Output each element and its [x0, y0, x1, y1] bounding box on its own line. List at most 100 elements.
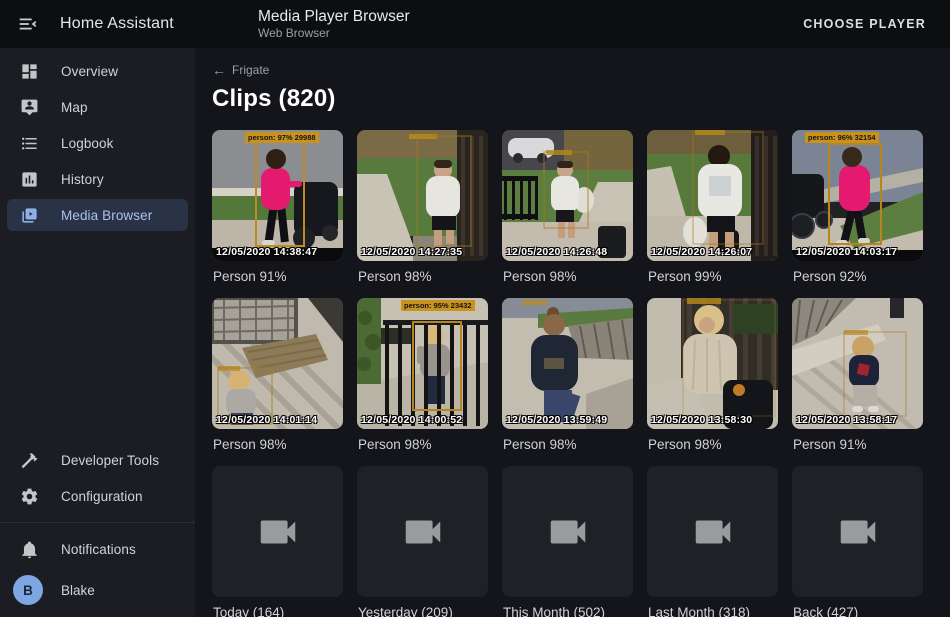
sidebar-item-media-browser[interactable]: Media Browser: [7, 199, 188, 231]
clip-timestamp: 12/05/2020 13:58:17: [796, 414, 897, 426]
dashboard-icon: [18, 60, 40, 82]
sidebar-spacer: [0, 233, 195, 442]
clip-thumbnail: 12/05/2020 14:27:35: [357, 130, 488, 261]
avatar: B: [13, 575, 43, 605]
clip-label: Person 98%: [358, 269, 488, 286]
sidebar: Overview Map Logbook History Media Brows…: [0, 48, 195, 617]
folder-card[interactable]: Last Month (318): [647, 466, 778, 617]
clip-timestamp: 12/05/2020 14:01:14: [216, 414, 317, 426]
clip-card[interactable]: 12/05/2020 14:26:07 Person 99%: [647, 130, 778, 286]
app-title: Home Assistant: [60, 15, 174, 33]
sidebar-item-label: Map: [61, 100, 88, 115]
app-header: Home Assistant Media Player Browser Web …: [0, 0, 950, 48]
folder-thumbnail: [357, 466, 488, 597]
sidebar-item-map[interactable]: Map: [7, 91, 188, 123]
clip-thumbnail: 12/05/2020 14:01:14: [212, 298, 343, 429]
folder-label: Back (427): [793, 605, 923, 617]
clip-scene: [502, 130, 633, 261]
folder-thumbnail: [212, 466, 343, 597]
clip-card[interactable]: person: 97% 29988 12/05/2020 14:38:47 Pe…: [212, 130, 343, 286]
clips-grid: person: 97% 29988 12/05/2020 14:38:47 Pe…: [212, 130, 936, 617]
clip-card[interactable]: person: 96% 32154 12/05/2020 14:03:17 Pe…: [792, 130, 923, 286]
video-icon: [545, 509, 591, 555]
breadcrumb-label: Frigate: [232, 63, 269, 77]
clip-label: Person 98%: [503, 437, 633, 454]
video-icon: [255, 509, 301, 555]
clip-card[interactable]: 12/05/2020 13:58:30 Person 98%: [647, 298, 778, 454]
profile-name: Blake: [61, 583, 95, 598]
detection-label: person: 97% 29988: [245, 132, 319, 143]
choose-player-button[interactable]: CHOOSE PLAYER: [795, 9, 934, 39]
clip-thumbnail: 12/05/2020 14:26:48: [502, 130, 633, 261]
page-subtitle: Web Browser: [258, 26, 410, 41]
gear-icon: [18, 485, 40, 507]
sidebar-toggle-button[interactable]: [8, 4, 48, 44]
clip-thumbnail: person: 95% 23432 12/05/2020 14:00:52: [357, 298, 488, 429]
clip-label: Person 98%: [648, 437, 778, 454]
clip-scene: [792, 130, 923, 261]
clip-card[interactable]: 12/05/2020 13:58:17 Person 91%: [792, 298, 923, 454]
folder-thumbnail: [792, 466, 923, 597]
clip-thumbnail: person: 97% 29988 12/05/2020 14:38:47: [212, 130, 343, 261]
clip-card[interactable]: 12/05/2020 14:27:35 Person 98%: [357, 130, 488, 286]
folder-thumbnail: [647, 466, 778, 597]
sidebar-item-label: Logbook: [61, 136, 114, 151]
map-icon: [18, 96, 40, 118]
clip-label: Person 98%: [503, 269, 633, 286]
clip-thumbnail: person: 96% 32154 12/05/2020 14:03:17: [792, 130, 923, 261]
sidebar-item-label: Notifications: [61, 542, 136, 557]
clip-label: Person 91%: [213, 269, 343, 286]
detection-label: person: 96% 32154: [805, 132, 879, 143]
clip-thumbnail: 12/05/2020 13:58:30: [647, 298, 778, 429]
clip-scene: [647, 298, 778, 429]
folder-label: This Month (502): [503, 605, 633, 617]
folder-card[interactable]: Back (427): [792, 466, 923, 617]
sidebar-item-label: Configuration: [61, 489, 143, 504]
folder-label: Yesterday (209): [358, 605, 488, 617]
clip-card[interactable]: person: 95% 23432 12/05/2020 14:00:52 Pe…: [357, 298, 488, 454]
video-icon: [835, 509, 881, 555]
sidebar-item-logbook[interactable]: Logbook: [7, 127, 188, 159]
menu-toggle-icon: [17, 13, 39, 35]
sidebar-item-label: Developer Tools: [61, 453, 159, 468]
clip-scene: [212, 130, 343, 261]
folder-card[interactable]: Today (164): [212, 466, 343, 617]
sidebar-item-notifications[interactable]: Notifications: [7, 533, 188, 565]
folder-card[interactable]: Yesterday (209): [357, 466, 488, 617]
clip-thumbnail: 12/05/2020 13:58:17: [792, 298, 923, 429]
sidebar-profile[interactable]: B Blake: [7, 569, 188, 611]
video-icon: [400, 509, 446, 555]
clip-timestamp: 12/05/2020 14:03:17: [796, 246, 897, 258]
clip-scene: [357, 298, 488, 429]
clip-label: Person 99%: [648, 269, 778, 286]
clip-thumbnail: 12/05/2020 13:59:49: [502, 298, 633, 429]
sidebar-item-label: Media Browser: [61, 208, 152, 223]
page-title-block: Media Player Browser Web Browser: [258, 7, 410, 41]
page-heading: Clips (820): [212, 85, 936, 113]
sidebar-item-label: History: [61, 172, 104, 187]
back-arrow-icon: ←: [212, 62, 226, 78]
clip-timestamp: 12/05/2020 14:38:47: [216, 246, 317, 258]
clip-label: Person 98%: [213, 437, 343, 454]
page-title: Media Player Browser: [258, 7, 410, 26]
sidebar-item-history[interactable]: History: [7, 163, 188, 195]
clip-card[interactable]: 12/05/2020 13:59:49 Person 98%: [502, 298, 633, 454]
folder-label: Last Month (318): [648, 605, 778, 617]
breadcrumb-back[interactable]: ← Frigate: [212, 62, 269, 78]
folder-card[interactable]: This Month (502): [502, 466, 633, 617]
clip-scene: [357, 130, 488, 261]
history-icon: [18, 168, 40, 190]
sidebar-item-overview[interactable]: Overview: [7, 55, 188, 87]
clip-card[interactable]: 12/05/2020 14:26:48 Person 98%: [502, 130, 633, 286]
clip-timestamp: 12/05/2020 14:00:52: [361, 414, 462, 426]
sidebar-item-configuration[interactable]: Configuration: [7, 480, 188, 512]
media-browser-icon: [18, 204, 40, 226]
hammer-icon: [18, 449, 40, 471]
clip-label: Person 91%: [793, 437, 923, 454]
detection-label: person: 95% 23432: [401, 300, 475, 311]
clip-card[interactable]: 12/05/2020 14:01:14 Person 98%: [212, 298, 343, 454]
clip-scene: [212, 298, 343, 429]
folder-thumbnail: [502, 466, 633, 597]
clip-scene: [502, 298, 633, 429]
sidebar-item-developer-tools[interactable]: Developer Tools: [7, 444, 188, 476]
